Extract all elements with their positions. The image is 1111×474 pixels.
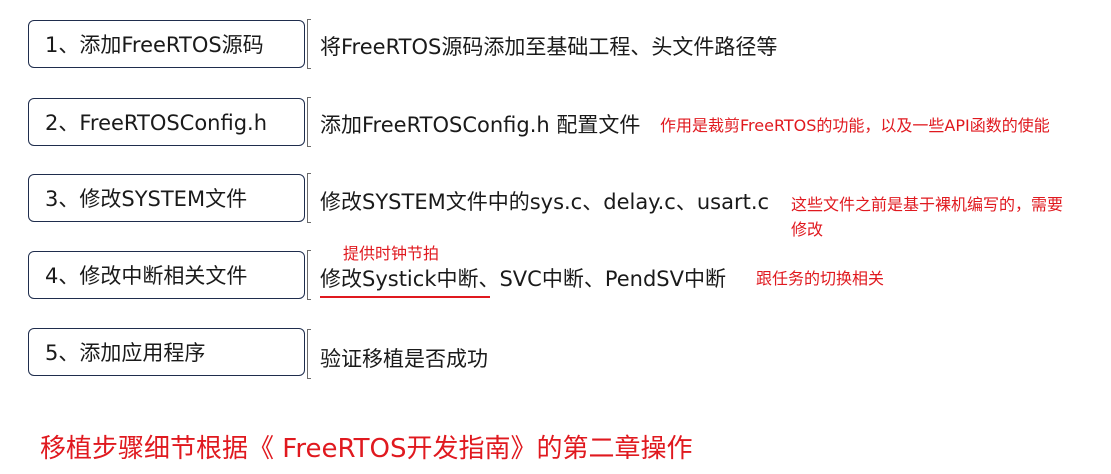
step-4-box: 4、修改中断相关文件 (28, 251, 305, 299)
step-3-bracket (307, 173, 311, 223)
step-4-note-above: 提供时钟节拍 (343, 244, 440, 263)
footer-instruction: 移植步骤细节根据《 FreeRTOS开发指南》的第二章操作 (40, 434, 693, 464)
step-1-bracket (307, 19, 311, 69)
step-3-note-line-2: 修改 (791, 220, 824, 239)
step-5-bracket (307, 329, 311, 379)
step-4-note: 跟任务的切换相关 (756, 269, 885, 288)
step-2-bracket (307, 97, 311, 147)
step-5-box: 5、添加应用程序 (28, 328, 305, 376)
step-1-label: 1、添加FreeRTOS源码 (45, 33, 264, 57)
step-4-description: 修改Systick中断、SVC中断、PendSV中断 (320, 267, 727, 291)
step-1-description: 将FreeRTOS源码添加至基础工程、头文件路径等 (320, 35, 778, 59)
step-3-label: 3、修改SYSTEM文件 (45, 187, 248, 211)
step-4-highlight-underline (320, 296, 490, 298)
step-5-description: 验证移植是否成功 (320, 347, 488, 371)
step-4-bracket (307, 250, 311, 300)
step-3-description: 修改SYSTEM文件中的sys.c、delay.c、usart.c (320, 190, 770, 214)
step-4-label: 4、修改中断相关文件 (45, 264, 248, 288)
step-1-box: 1、添加FreeRTOS源码 (28, 20, 305, 68)
step-2-description: 添加FreeRTOSConfig.h 配置文件 (320, 113, 641, 137)
step-5-label: 5、添加应用程序 (45, 341, 206, 365)
step-2-label: 2、FreeRTOSConfig.h (45, 111, 268, 135)
step-2-note: 作用是裁剪FreeRTOS的功能，以及一些API函数的使能 (660, 116, 1050, 135)
step-3-note-line-1: 这些文件之前是基于裸机编写的，需要 (791, 195, 1064, 214)
step-2-box: 2、FreeRTOSConfig.h (28, 98, 305, 146)
step-3-box: 3、修改SYSTEM文件 (28, 174, 305, 222)
